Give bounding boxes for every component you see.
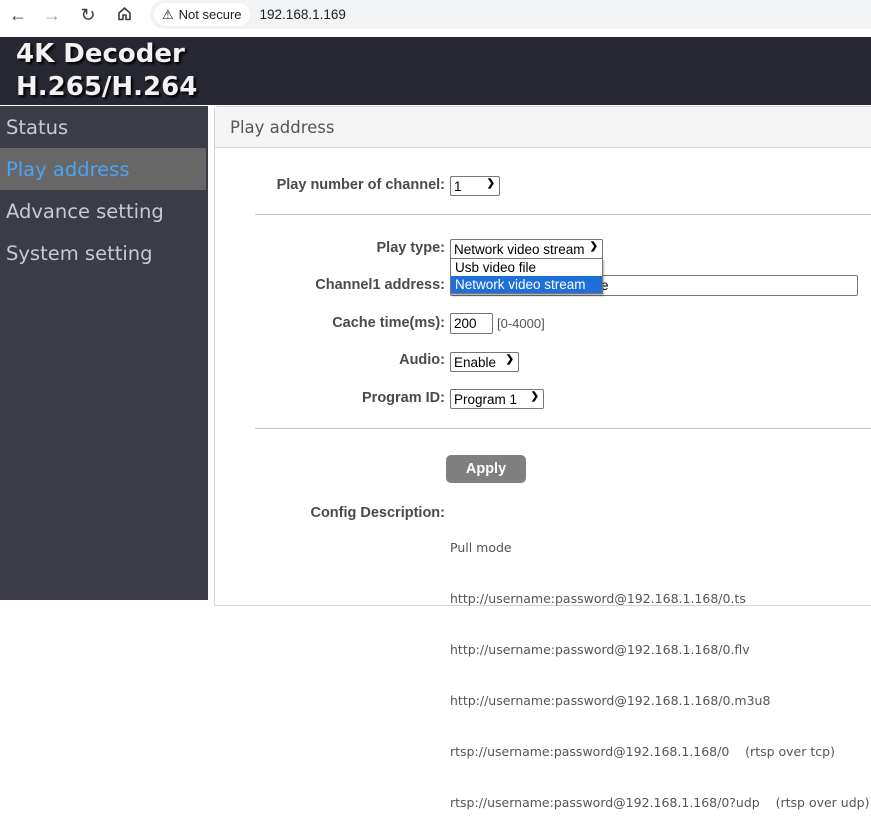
- cache-time-value: 200: [454, 316, 477, 331]
- home-button[interactable]: [106, 0, 142, 31]
- channel-count-label: Play number of channel:: [276, 177, 445, 193]
- reload-icon: ↻: [80, 5, 96, 25]
- config-line: http://username:password@192.168.1.168/0…: [450, 693, 771, 708]
- divider: [255, 214, 871, 215]
- chevron-down-icon: ❯: [505, 354, 514, 365]
- config-line: rtsp://username:password@192.168.1.168/0…: [450, 744, 835, 759]
- home-icon: [117, 5, 132, 26]
- address-bar[interactable]: ⚠ Not secure 192.168.1.169: [150, 0, 871, 29]
- forward-button[interactable]: →: [34, 0, 70, 31]
- channel-count-select[interactable]: 1 ❯: [450, 176, 500, 196]
- sidebar-item-system-setting[interactable]: System setting: [0, 232, 208, 274]
- cache-time-label: Cache time(ms):: [332, 315, 445, 331]
- app-title-line2: H.265/H.264: [16, 72, 198, 102]
- chevron-down-icon: ❯: [486, 178, 495, 189]
- config-line: Pull mode: [450, 540, 512, 555]
- audio-select[interactable]: Enable ❯: [450, 352, 519, 372]
- play-type-option-usb[interactable]: Usb video file: [451, 259, 602, 276]
- program-id-label: Program ID:: [362, 390, 445, 406]
- sidebar-item-label: Play address: [6, 157, 130, 181]
- channel-count-value: 1: [454, 178, 462, 194]
- app-title-line1: 4K Decoder: [16, 39, 185, 69]
- panel-heading: Play address: [215, 107, 871, 148]
- config-line: http://username:password@192.168.1.168/0…: [450, 591, 746, 606]
- back-button[interactable]: ←: [0, 0, 36, 31]
- sidebar-item-play-address[interactable]: Play address: [0, 148, 206, 190]
- play-type-dropdown: Usb video file Network video stream: [450, 258, 603, 294]
- sidebar: Status Play address Advance setting Syst…: [0, 106, 208, 600]
- reload-button[interactable]: ↻: [70, 0, 106, 31]
- warning-icon: ⚠: [162, 6, 174, 22]
- apply-button[interactable]: Apply: [446, 455, 526, 483]
- browser-toolbar: ← → ↻ ⚠ Not secure 192.168.1.169: [0, 0, 871, 31]
- sidebar-item-label: Advance setting: [6, 199, 164, 223]
- sidebar-item-advance-setting[interactable]: Advance setting: [0, 190, 208, 232]
- sidebar-item-label: Status: [6, 115, 69, 139]
- security-label: Not secure: [178, 7, 242, 22]
- audio-value: Enable: [454, 354, 497, 370]
- cache-time-input[interactable]: 200: [450, 313, 493, 334]
- chevron-down-icon: ❯: [530, 391, 539, 402]
- security-chip[interactable]: ⚠ Not secure: [154, 3, 250, 26]
- url-text[interactable]: 192.168.1.169: [260, 7, 346, 22]
- config-description-label: Config Description:: [310, 505, 445, 521]
- chevron-down-icon: ❯: [589, 241, 598, 252]
- app-header: 4K Decoder H.265/H.264: [0, 37, 871, 105]
- play-type-label: Play type:: [376, 240, 446, 256]
- app-title: 4K Decoder H.265/H.264: [16, 38, 197, 104]
- arrow-right-icon: →: [43, 5, 61, 25]
- config-description: Pull mode http://username:password@192.1…: [450, 505, 869, 828]
- play-type-select[interactable]: Network video stream ❯: [450, 239, 603, 259]
- channel-address-label: Channel1 address:: [315, 277, 445, 293]
- config-line: http://username:password@192.168.1.168/0…: [450, 642, 750, 657]
- play-type-value: Network video stream: [454, 241, 585, 257]
- sidebar-item-status[interactable]: Status: [0, 106, 208, 148]
- program-id-value: Program 1: [454, 391, 518, 407]
- arrow-left-icon: ←: [9, 5, 27, 25]
- program-id-select[interactable]: Program 1 ❯: [450, 389, 544, 409]
- audio-label: Audio:: [399, 352, 445, 368]
- divider: [255, 428, 871, 429]
- config-line: rtsp://username:password@192.168.1.168/0…: [450, 795, 870, 810]
- cache-time-range-hint: [0-4000]: [497, 316, 545, 331]
- sidebar-item-label: System setting: [6, 241, 153, 265]
- play-type-option-network[interactable]: Network video stream: [451, 276, 602, 293]
